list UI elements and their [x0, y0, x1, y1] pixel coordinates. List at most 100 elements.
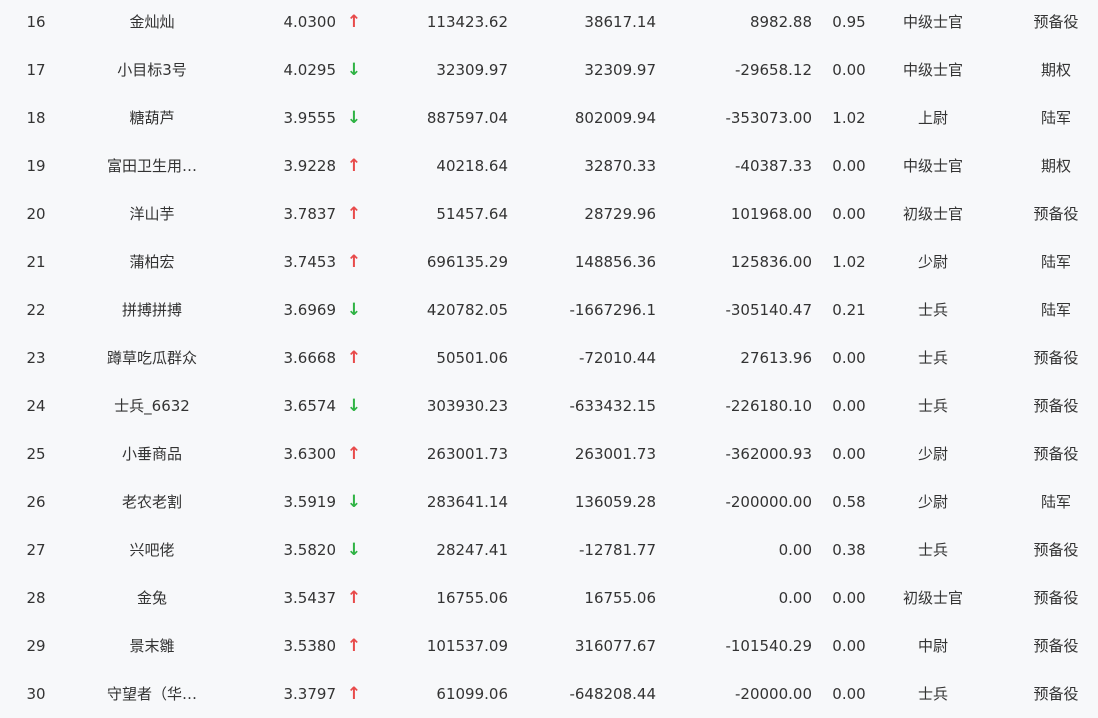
ratio-cell: 1.02 [832, 253, 866, 271]
ratio-cell: 0.00 [832, 685, 866, 703]
table-row[interactable]: 26 老农老割 3.5919 ↓ 283641.14 136059.28 -200000.0… [0, 478, 1098, 526]
level-cell: 少尉 [917, 445, 948, 463]
amount1-cell: 113423.62 [426, 13, 508, 31]
table-row[interactable]: 21 蒲柏宏 3.7453 ↑ 696135.29 148856.36 125836.00 1… [0, 238, 1098, 286]
name-cell: 守望者（华… [106, 685, 197, 703]
table-row[interactable]: 29 景末雛 3.5380 ↑ 101537.09 316077.67 -101540.29… [0, 622, 1098, 670]
ratio-cell: 0.00 [832, 61, 866, 79]
arrow-down-icon: ↓ [346, 60, 362, 80]
level-cell: 士兵 [917, 541, 948, 559]
name-cell: 景末雛 [129, 637, 175, 655]
amount2-cell: 316077.67 [574, 637, 656, 655]
ratio-cell: 0.38 [832, 541, 866, 559]
score-cell: 3.7453 [283, 253, 337, 271]
rank-cell: 16 [26, 13, 46, 31]
amount2-cell: -72010.44 [579, 349, 656, 367]
score-cell: 3.5919 [283, 493, 337, 511]
ratio-cell: 0.95 [832, 13, 866, 31]
score-cell: 3.6574 [283, 397, 337, 415]
ratio-cell: 0.00 [832, 589, 866, 607]
amount3-cell: 125836.00 [730, 253, 812, 271]
score-cell: 3.5820 [283, 541, 337, 559]
score-cell: 4.0300 [283, 13, 337, 31]
table-row[interactable]: 22 拼搏拼搏 3.6969 ↓ 420782.05 -1667296.1 -305140.… [0, 286, 1098, 334]
level-cell: 士兵 [917, 397, 948, 415]
type-cell: 期权 [1040, 157, 1071, 175]
amount3-cell: 0.00 [778, 541, 812, 559]
arrow-up-icon: ↑ [346, 204, 362, 224]
rank-cell: 21 [26, 253, 46, 271]
amount3-cell: -226180.10 [725, 397, 812, 415]
amount3-cell: -29658.12 [735, 61, 812, 79]
type-cell: 预备役 [1033, 205, 1079, 223]
score-cell: 3.5437 [283, 589, 337, 607]
rank-cell: 29 [26, 637, 46, 655]
name-cell: 士兵_6632 [114, 397, 190, 415]
ratio-cell: 0.00 [832, 445, 866, 463]
arrow-down-icon: ↓ [346, 396, 362, 416]
table-row[interactable]: 20 洋山芋 3.7837 ↑ 51457.64 28729.96 101968.00 0.0… [0, 190, 1098, 238]
score-cell: 3.6969 [283, 301, 337, 319]
table-row[interactable]: 17 小目标3号 4.0295 ↓ 32309.97 32309.97 -29658.12 0… [0, 46, 1098, 94]
amount2-cell: 802009.94 [574, 109, 656, 127]
amount1-cell: 303930.23 [426, 397, 508, 415]
name-cell: 富田卫生用… [106, 157, 197, 175]
type-cell: 预备役 [1033, 349, 1079, 367]
arrow-up-icon: ↑ [346, 12, 362, 32]
level-cell: 士兵 [917, 301, 948, 319]
amount1-cell: 887597.04 [426, 109, 508, 127]
name-cell: 洋山芋 [129, 205, 175, 223]
amount2-cell: 148856.36 [574, 253, 656, 271]
level-cell: 中级士官 [902, 157, 963, 175]
amount3-cell: -20000.00 [735, 685, 812, 703]
rank-cell: 18 [26, 109, 46, 127]
table-row[interactable]: 24 士兵_6632 3.6574 ↓ 303930.23 -633432.15 -2261… [0, 382, 1098, 430]
name-cell: 蹲草吃瓜群众 [106, 349, 197, 367]
amount2-cell: 28729.96 [584, 205, 656, 223]
amount2-cell: 32309.97 [584, 61, 656, 79]
amount1-cell: 16755.06 [436, 589, 508, 607]
arrow-up-icon: ↑ [346, 684, 362, 704]
type-cell: 陆军 [1040, 301, 1071, 319]
rank-cell: 24 [26, 397, 46, 415]
level-cell: 少尉 [917, 253, 948, 271]
name-cell: 老农老割 [121, 493, 182, 511]
level-cell: 中尉 [917, 637, 948, 655]
ranking-table: 16 金灿灿 4.0300 ↑ 113423.62 38617.14 8982.88 0.95… [0, 0, 1098, 714]
rank-cell: 19 [26, 157, 46, 175]
rank-cell: 27 [26, 541, 46, 559]
name-cell: 蒲柏宏 [129, 253, 175, 271]
arrow-up-icon: ↑ [346, 348, 362, 368]
table-row[interactable]: 23 蹲草吃瓜群众 3.6668 ↑ 50501.06 -72010.44 27613.96… [0, 334, 1098, 382]
type-cell: 预备役 [1033, 13, 1079, 31]
arrow-up-icon: ↑ [346, 156, 362, 176]
level-cell: 上尉 [917, 109, 948, 127]
amount1-cell: 51457.64 [436, 205, 508, 223]
rank-cell: 17 [26, 61, 46, 79]
name-cell: 金灿灿 [129, 13, 175, 31]
table-row[interactable]: 27 兴吧佬 3.5820 ↓ 28247.41 -12781.77 0.00 0.38 士兵 预… [0, 526, 1098, 574]
ratio-cell: 0.00 [832, 349, 866, 367]
table-row[interactable]: 30 守望者（华… 3.3797 ↑ 61099.06 -648208.44 -20000.… [0, 670, 1098, 718]
table-row[interactable]: 25 小垂商品 3.6300 ↑ 263001.73 263001.73 -362000.9… [0, 430, 1098, 478]
table-row[interactable]: 18 糖葫芦 3.9555 ↓ 887597.04 802009.94 -353073.00… [0, 94, 1098, 142]
table-row[interactable]: 28 金兔 3.5437 ↑ 16755.06 16755.06 0.00 0.00 初级士官 预… [0, 574, 1098, 622]
amount1-cell: 263001.73 [426, 445, 508, 463]
amount2-cell: 38617.14 [584, 13, 656, 31]
type-cell: 陆军 [1040, 493, 1071, 511]
rank-cell: 23 [26, 349, 46, 367]
score-cell: 3.6300 [283, 445, 337, 463]
rank-cell: 28 [26, 589, 46, 607]
name-cell: 金兔 [136, 589, 167, 607]
score-cell: 3.3797 [283, 685, 337, 703]
ratio-cell: 0.21 [832, 301, 866, 319]
level-cell: 士兵 [917, 685, 948, 703]
type-cell: 预备役 [1033, 637, 1079, 655]
score-cell: 4.0295 [283, 61, 337, 79]
amount3-cell: 8982.88 [749, 13, 812, 31]
level-cell: 士兵 [917, 349, 948, 367]
table-row[interactable]: 19 富田卫生用… 3.9228 ↑ 40218.64 32870.33 -40387.33… [0, 142, 1098, 190]
table-row[interactable]: 16 金灿灿 4.0300 ↑ 113423.62 38617.14 8982.88 0.95… [0, 0, 1098, 46]
amount1-cell: 61099.06 [436, 685, 508, 703]
amount1-cell: 40218.64 [436, 157, 508, 175]
